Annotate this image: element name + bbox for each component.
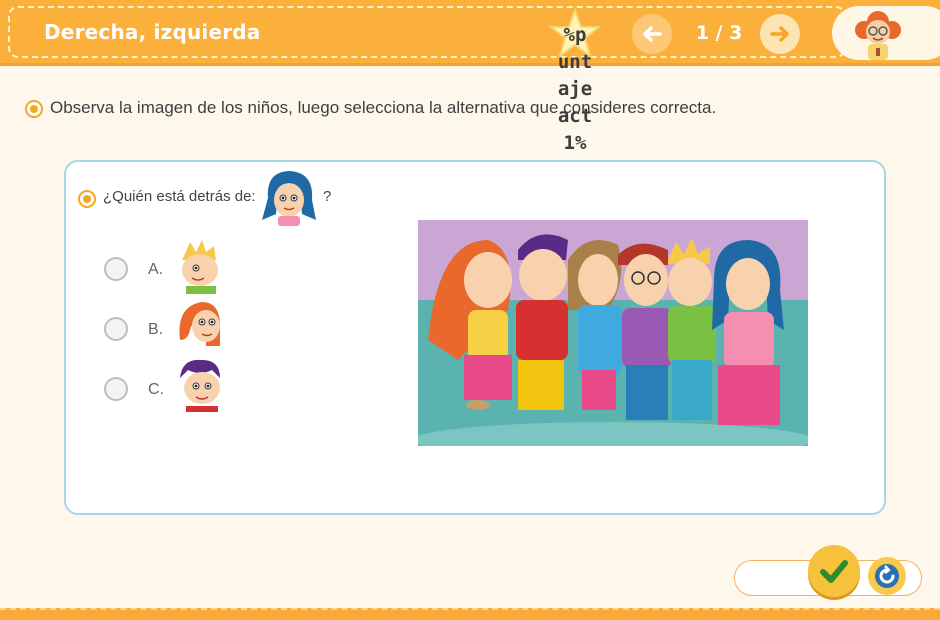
instruction-text: Observa la imagen de los niños, luego se… (50, 98, 717, 117)
footer-bar (0, 608, 940, 620)
option-c-boy-dark-hair-image[interactable] (176, 356, 220, 412)
page-indicator: 1 / 3 (695, 22, 743, 44)
question-text: ¿Quién está detrás de: (103, 188, 256, 205)
girl-blue-hair-image (262, 171, 316, 226)
option-b-label[interactable]: B. (148, 321, 163, 339)
previous-button[interactable] (632, 14, 672, 54)
next-button[interactable] (760, 14, 800, 54)
instruction-bullet (25, 100, 43, 118)
teacher-avatar[interactable] (850, 8, 906, 60)
option-a-label[interactable]: A. (148, 261, 163, 279)
option-b-girl-orange-hair-image[interactable] (176, 296, 220, 352)
reset-button[interactable] (868, 557, 906, 595)
option-b-radio[interactable] (104, 317, 128, 341)
option-a-radio[interactable] (104, 257, 128, 281)
check-icon (820, 560, 848, 583)
activity-title: Derecha, izquierda (44, 20, 261, 44)
question-bullet (78, 190, 96, 208)
children-group-illustration (418, 220, 808, 446)
refresh-icon (875, 564, 899, 588)
question-mark: ? (323, 188, 332, 205)
option-c-label[interactable]: C. (148, 381, 164, 399)
arrow-left-icon (643, 26, 662, 42)
check-answer-button[interactable] (808, 545, 860, 597)
arrow-right-icon (770, 26, 789, 42)
option-c-radio[interactable] (104, 377, 128, 401)
option-a-boy-blond-image[interactable] (176, 238, 220, 294)
score-label: %p unt aje act 1% (557, 24, 593, 154)
